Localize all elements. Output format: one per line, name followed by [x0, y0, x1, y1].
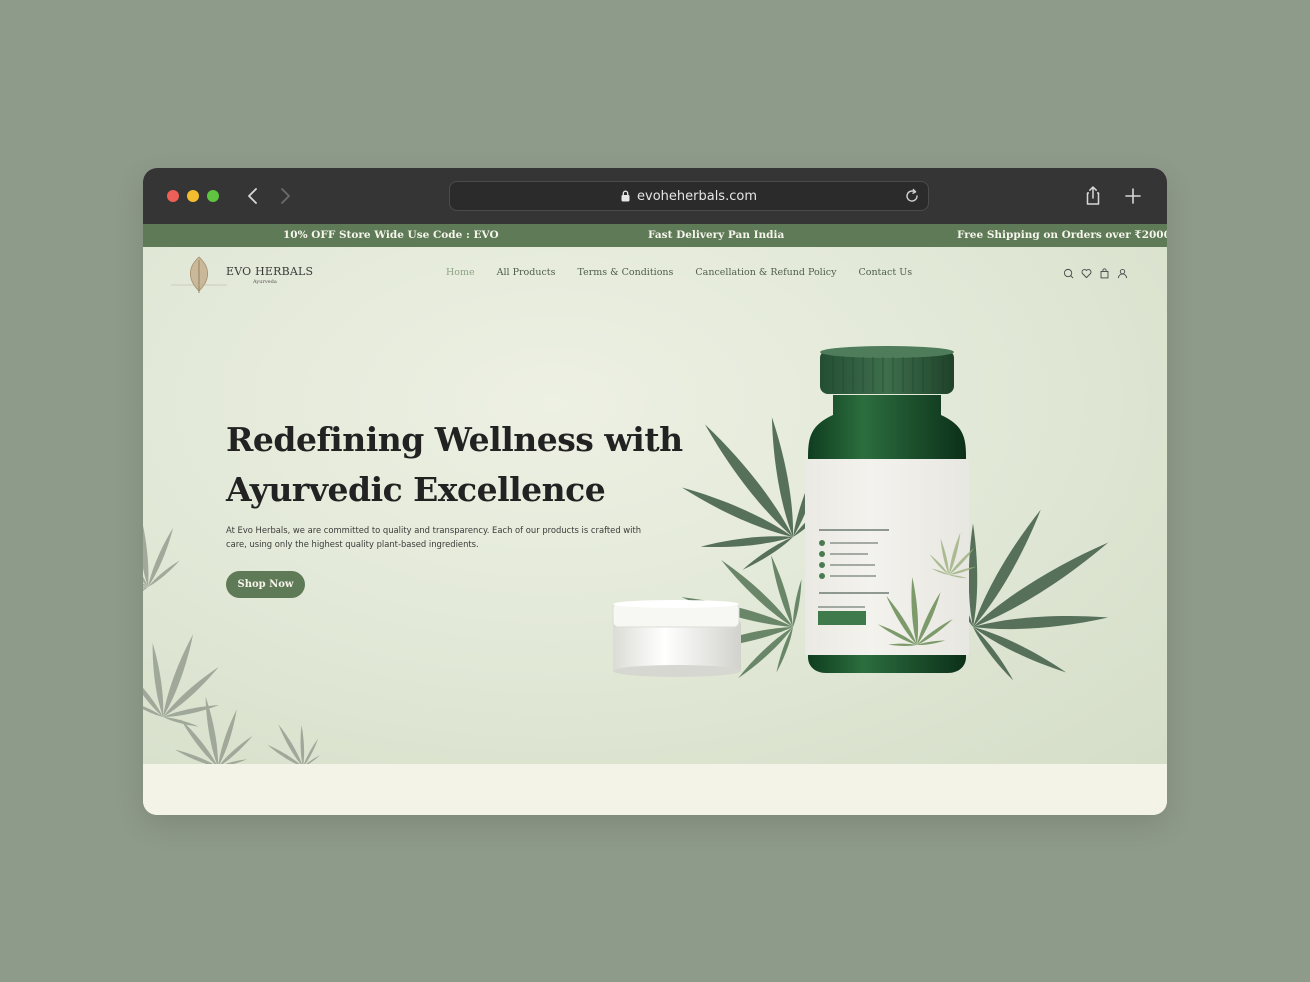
url-text: evoheherbals.com: [637, 188, 757, 204]
search-icon[interactable]: [1063, 268, 1074, 279]
share-icon[interactable]: [1081, 184, 1105, 208]
minimize-window-button[interactable]: [187, 190, 199, 202]
close-window-button[interactable]: [167, 190, 179, 202]
main-navigation: Home All Products Terms & Conditions Can…: [446, 267, 912, 278]
announcement-shipping: Free Shipping on Orders over ₹2000: [957, 229, 1167, 241]
brand-tagline: Ayurveda: [253, 279, 277, 285]
hero-headline: Redefining Wellness with Ayurvedic Excel…: [226, 415, 683, 515]
back-arrow-icon[interactable]: [241, 184, 265, 208]
heart-icon[interactable]: [1081, 268, 1092, 279]
forward-arrow-icon[interactable]: [273, 184, 297, 208]
brand-logo[interactable]: EVO HERBALS Ayurveda: [171, 255, 314, 295]
maximize-window-button[interactable]: [207, 190, 219, 202]
new-tab-icon[interactable]: [1121, 184, 1145, 208]
hero-headline-line1: Redefining Wellness with: [226, 420, 683, 459]
header-icons: [1063, 268, 1128, 279]
white-tub-image: [612, 600, 741, 677]
bag-icon[interactable]: [1099, 268, 1110, 279]
browser-titlebar: evoheherbals.com: [143, 168, 1167, 224]
reload-icon[interactable]: [904, 188, 920, 204]
hero-headline-line2: Ayurvedic Excellence: [226, 470, 606, 509]
hero-section: EVO HERBALS Ayurveda Home All Products T…: [143, 247, 1167, 764]
announcement-discount: 10% OFF Store Wide Use Code : EVO: [283, 229, 499, 241]
content-band: [143, 764, 1167, 815]
shop-now-button[interactable]: Shop Now: [226, 571, 305, 598]
nav-terms-conditions[interactable]: Terms & Conditions: [577, 267, 673, 278]
user-icon[interactable]: [1117, 268, 1128, 279]
green-jar-image: [805, 346, 984, 673]
brand-name: EVO HERBALS: [226, 265, 314, 278]
leaf-logo-icon: [171, 256, 227, 293]
announcement-bar: 10% OFF Store Wide Use Code : EVO Fast D…: [143, 224, 1167, 247]
address-bar[interactable]: evoheherbals.com: [449, 181, 929, 211]
hero-description: At Evo Herbals, we are committed to qual…: [226, 525, 642, 549]
nav-home[interactable]: Home: [446, 267, 475, 278]
lock-icon: [621, 190, 630, 202]
nav-all-products[interactable]: All Products: [497, 267, 556, 278]
nav-cancellation-refund-policy[interactable]: Cancellation & Refund Policy: [695, 267, 836, 278]
announcement-delivery: Fast Delivery Pan India: [648, 229, 785, 241]
nav-contact-us[interactable]: Contact Us: [858, 267, 912, 278]
browser-window: evoheherbals.com 10% OFF Store Wide Use …: [143, 168, 1167, 815]
